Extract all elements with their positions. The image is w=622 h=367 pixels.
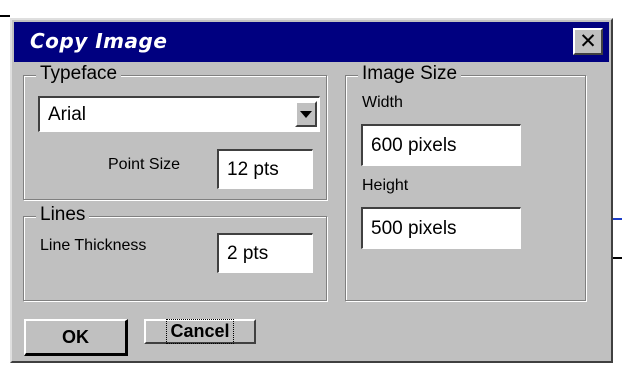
- image-size-group: Image Size Width 600 pixels Height 500 p…: [345, 63, 586, 301]
- ok-button-label: OK: [62, 326, 89, 347]
- ok-button[interactable]: OK: [24, 319, 128, 356]
- cancel-button[interactable]: Cancel: [144, 319, 256, 344]
- typeface-group: Typeface Arial Point Size 12 pts: [23, 63, 327, 200]
- line-thickness-value: 2 pts: [227, 242, 269, 264]
- cancel-button-label: Cancel: [166, 319, 234, 344]
- height-field[interactable]: 500 pixels: [361, 207, 521, 249]
- typeface-selected-value: Arial: [48, 103, 87, 125]
- close-icon: ✕: [579, 29, 597, 53]
- typeface-group-label: Typeface: [36, 63, 122, 85]
- width-label: Width: [362, 94, 403, 111]
- title-bar[interactable]: Copy Image ✕: [14, 22, 609, 62]
- background-blue-line: [613, 218, 622, 220]
- background-line-right: [613, 257, 622, 259]
- image-size-group-label: Image Size: [358, 63, 462, 85]
- point-size-value: 12 pts: [227, 158, 279, 180]
- lines-group: Lines Line Thickness 2 pts: [23, 204, 327, 301]
- typeface-dropdown-button[interactable]: [295, 101, 317, 127]
- close-button[interactable]: ✕: [573, 28, 603, 55]
- width-field[interactable]: 600 pixels: [361, 124, 521, 166]
- background-line-top: [0, 15, 10, 17]
- point-size-label: Point Size: [108, 156, 181, 173]
- height-value: 500 pixels: [371, 217, 457, 239]
- height-label: Height: [362, 177, 409, 194]
- line-thickness-field[interactable]: 2 pts: [217, 233, 313, 273]
- dialog-title: Copy Image: [30, 29, 168, 53]
- point-size-field[interactable]: 12 pts: [217, 149, 313, 189]
- lines-group-label: Lines: [36, 204, 90, 226]
- copy-image-dialog: Copy Image ✕ Typeface Arial Point Size 1…: [10, 18, 613, 363]
- chevron-down-icon: [300, 110, 312, 118]
- width-value: 600 pixels: [371, 134, 457, 156]
- typeface-select[interactable]: Arial: [38, 96, 320, 132]
- line-thickness-label: Line Thickness: [40, 237, 147, 254]
